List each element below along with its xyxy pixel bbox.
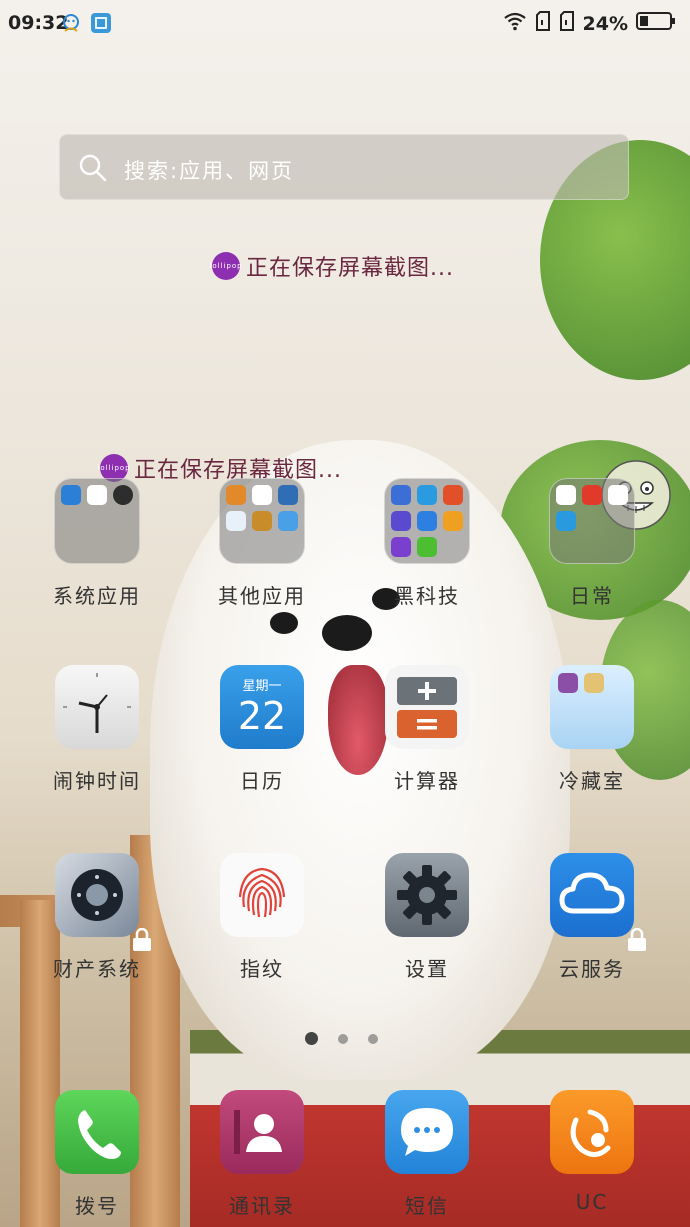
app-fingerprint[interactable]: 指纹 — [192, 853, 332, 982]
status-bar: 09:32 24% — [0, 0, 690, 48]
dock-label: 通讯录 — [229, 1194, 295, 1218]
app-label: 其他应用 — [218, 584, 306, 608]
app-calculator[interactable]: 计算器 — [357, 665, 497, 794]
battery-icon — [636, 11, 676, 36]
dock-label: 拨号 — [75, 1194, 119, 1218]
dock-uc-browser[interactable]: UC — [522, 1090, 662, 1214]
folder-icon — [219, 478, 305, 564]
safe-icon — [55, 853, 139, 937]
app-freezer[interactable]: 冷藏室 — [522, 665, 662, 794]
folder-daily[interactable]: 日常 — [522, 478, 662, 609]
app-settings[interactable]: 设置 — [357, 853, 497, 982]
contacts-icon — [220, 1090, 304, 1174]
notification-face-icon — [60, 12, 82, 34]
screenshot-icon — [90, 12, 112, 34]
page-dot[interactable] — [368, 1033, 378, 1044]
folder-icon — [549, 478, 635, 564]
calendar-weekday: 星期一 — [242, 679, 282, 694]
dock-contacts[interactable]: 通讯录 — [192, 1090, 332, 1219]
lock-icon — [626, 927, 646, 951]
sim1-icon — [535, 10, 551, 37]
fingerprint-icon — [220, 853, 304, 937]
messages-icon — [385, 1090, 469, 1174]
folder-black-tech[interactable]: 黑科技 — [357, 478, 497, 609]
app-cloud-service[interactable]: 云服务 — [522, 853, 662, 982]
search-placeholder: 搜索:应用、网页 — [124, 159, 295, 183]
dock-phone[interactable]: 拨号 — [27, 1090, 167, 1219]
app-label: 指纹 — [240, 957, 284, 981]
app-label: 日历 — [240, 769, 284, 793]
toast-text: 正在保存屏幕截图... — [246, 256, 454, 281]
freezer-folder-icon — [550, 665, 634, 749]
folder-icon — [54, 478, 140, 564]
app-label: 系统应用 — [53, 584, 141, 608]
cloud-icon — [550, 853, 634, 937]
gear-icon — [385, 853, 469, 937]
search-bar[interactable]: 搜索:应用、网页 — [59, 134, 629, 200]
app-label: 财产系统 — [53, 957, 141, 981]
clock-icon — [55, 665, 139, 749]
app-label: 计算器 — [394, 769, 460, 793]
battery-percent: 24% — [582, 12, 628, 35]
folder-other-apps[interactable]: 其他应用 — [192, 478, 332, 609]
app-label: 设置 — [405, 957, 449, 981]
app-property-system[interactable]: 财产系统 — [27, 853, 167, 982]
app-calendar[interactable]: 星期一 22 日历 — [192, 665, 332, 794]
calendar-icon: 星期一 22 — [220, 665, 304, 749]
page-dot-active[interactable] — [305, 1032, 318, 1045]
app-label: 闹钟时间 — [53, 769, 141, 793]
lollipop-icon: lollipop — [209, 252, 242, 280]
page-indicator[interactable] — [305, 1032, 378, 1045]
app-label: 黑科技 — [394, 584, 460, 608]
app-clock[interactable]: 闹钟时间 — [27, 665, 167, 794]
app-label: 冷藏室 — [559, 769, 625, 793]
dock-messages[interactable]: 短信 — [357, 1090, 497, 1219]
app-label: 云服务 — [559, 957, 625, 981]
search-icon — [78, 153, 108, 187]
phone-icon — [55, 1090, 139, 1174]
folder-system-apps[interactable]: 系统应用 — [27, 478, 167, 609]
wifi-icon — [503, 11, 527, 36]
dock-label: UC — [575, 1190, 609, 1214]
uc-browser-icon — [550, 1090, 634, 1174]
lock-icon — [131, 927, 151, 951]
calendar-day: 22 — [237, 694, 287, 738]
dock-label: 短信 — [405, 1194, 449, 1218]
page-dot[interactable] — [338, 1033, 348, 1044]
screenshot-toast: lollipop 正在保存屏幕截图... — [209, 250, 454, 282]
folder-icon — [384, 478, 470, 564]
app-label: 日常 — [570, 584, 614, 608]
sim2-icon — [559, 10, 575, 37]
calculator-icon — [385, 665, 469, 749]
